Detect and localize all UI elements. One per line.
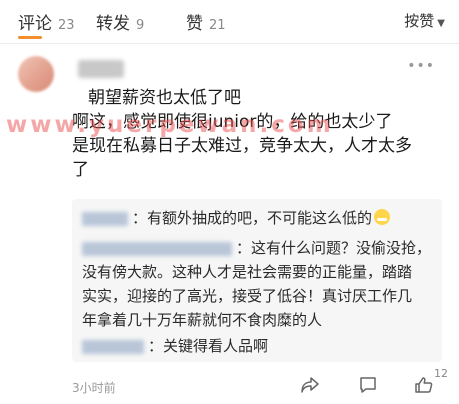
comment-line: 了 [72,160,89,180]
share-icon[interactable] [300,375,320,395]
tab-reposts-count: 9 [136,18,145,33]
tab-comments-label: 评论 [18,14,52,34]
sweat-smile-emoji-icon [374,209,391,225]
username-blurred[interactable] [78,60,124,78]
reply-username-blurred [82,339,144,354]
like-thumb-icon[interactable] [414,375,434,395]
tab-comments[interactable]: 评论 23 [18,9,75,34]
reply-username-blurred [82,241,232,256]
active-tab-indicator [18,36,42,39]
reply-username-blurred [82,211,128,226]
tabs-divider [0,43,459,44]
avatar[interactable] [18,56,54,92]
reply-item[interactable]: ：有额外抽成的吧，不可能这么低的 [82,206,432,230]
tab-comments-count: 23 [58,18,75,33]
tab-reposts[interactable]: 转发 9 [96,9,144,34]
like-count: 12 [434,367,448,380]
comment-line: 朝望薪资也太低了吧 [88,88,241,108]
comment-icon[interactable] [358,375,378,395]
watermark: www.yuerpewan.com [6,112,334,138]
tab-likes-count: 21 [209,18,226,33]
comment-timestamp: 3小时前 [72,381,116,395]
reply-text: 年拿着几十万年薪就何不食肉糜的人 [82,311,323,329]
tab-reposts-label: 转发 [96,14,130,34]
comment-tabs: 评论 23 转发 9 赞 21 按赞 ▼ [0,0,459,40]
reply-thread: ：有额外抽成的吧，不可能这么低的 ：这有什么问题？没偷没抢， 没有傍大款。这种人… [72,199,442,362]
reply-text: 实实，迎接的了高光，接受了低谷！真讨厌工作几 [82,287,413,305]
sort-label: 按赞 [404,12,435,30]
reply-item[interactable]: ：关键得看人品啊 [82,334,432,358]
chevron-down-icon: ▼ [437,18,445,29]
reply-text: 没有傍大款。这种人才是社会需要的正能量，踏踏 [82,263,413,281]
tab-likes-label: 赞 [186,14,203,34]
sort-dropdown[interactable]: 按赞 ▼ [404,10,445,31]
more-options-icon[interactable]: ••• [407,58,435,74]
reply-item[interactable]: ：这有什么问题？没偷没抢， 没有傍大款。这种人才是社会需要的正能量，踏踏 实实，… [82,236,432,332]
reply-text: 这有什么问题？没偷没抢， [251,239,432,257]
reply-text: 关键得看人品啊 [163,337,269,355]
comment-footer: 3小时前 12 [0,367,459,400]
tab-likes[interactable]: 赞 21 [186,9,226,34]
reply-text: 有额外抽成的吧，不可能这么低的 [147,209,373,227]
